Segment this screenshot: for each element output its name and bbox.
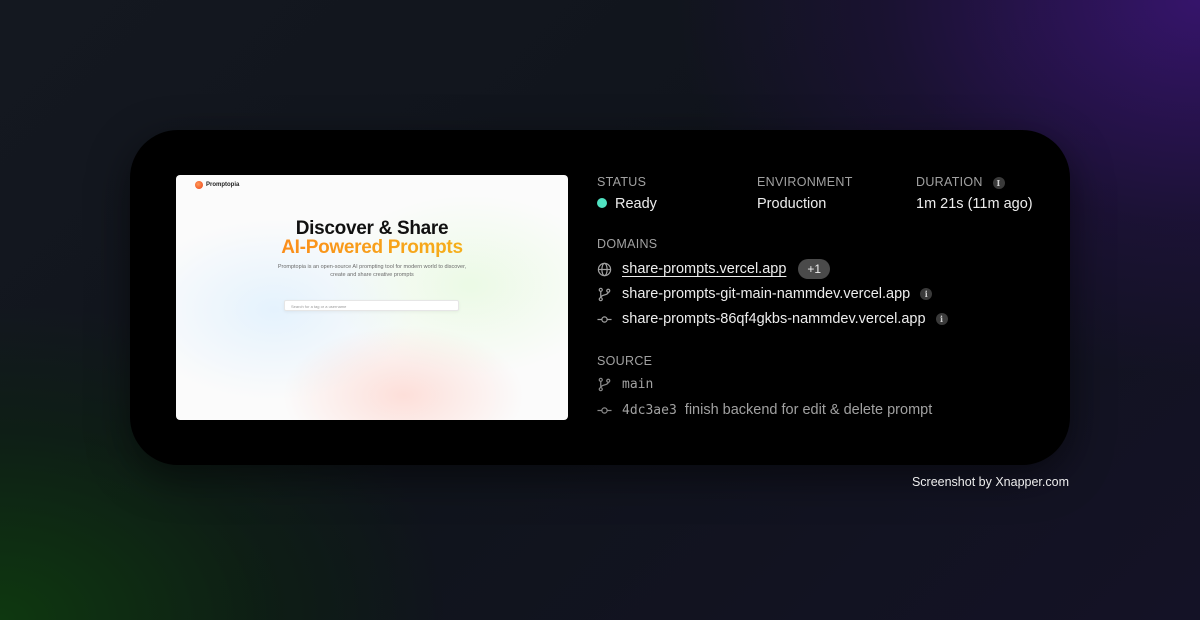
branch-domain-info-icon[interactable]: i — [920, 288, 933, 300]
domain-link-production[interactable]: share-prompts.vercel.app — [622, 261, 786, 277]
source-commit-message: finish backend for edit & delete prompt — [684, 402, 933, 418]
source-branch-name[interactable]: main — [622, 377, 653, 392]
preview-description: Promptopia is an open-source AI promptin… — [277, 264, 467, 278]
domain-link-commit[interactable]: share-prompts-86qf4gkbs-nammdev.vercel.a… — [622, 311, 926, 327]
duration-label: DURATION i — [916, 175, 1005, 189]
globe-icon — [597, 262, 612, 277]
commit-icon — [597, 403, 612, 418]
commit-domain-info-icon[interactable]: i — [935, 313, 948, 325]
preview-search-input: Search for a tag or a username — [284, 300, 459, 311]
status-value: Ready — [597, 196, 657, 212]
preview-navbar: Promptopia — [195, 181, 239, 189]
deployment-preview-screenshot[interactable]: Promptopia Discover & Share AI-Powered P… — [176, 175, 568, 420]
deployment-card: Promptopia Discover & Share AI-Powered P… — [130, 130, 1070, 465]
domain-row-commit: share-prompts-86qf4gkbs-nammdev.vercel.a… — [597, 311, 948, 327]
duration-info-icon[interactable]: i — [992, 176, 1005, 189]
domain-row-branch: share-prompts-git-main-nammdev.vercel.ap… — [597, 286, 933, 302]
source-branch-row: main — [597, 377, 653, 392]
preview-title-line2: AI-Powered Prompts — [176, 238, 568, 257]
preview-title-line1: Discover & Share — [295, 218, 449, 239]
screenshot-credit: Screenshot by Xnapper.com — [911, 475, 1069, 489]
commit-icon — [597, 312, 612, 327]
environment-label: ENVIRONMENT — [757, 175, 853, 189]
source-commit-hash[interactable]: 4dc3ae3 — [622, 403, 677, 418]
status-label: STATUS — [597, 175, 647, 189]
branch-icon — [597, 287, 612, 302]
status-text: Ready — [615, 196, 657, 212]
status-dot-icon — [597, 198, 607, 208]
source-commit-row: 4dc3ae3 finish backend for edit & delete… — [597, 402, 932, 418]
promptopia-logo-icon — [195, 181, 203, 189]
branch-icon — [597, 377, 612, 392]
domain-row-production: share-prompts.vercel.app +1 — [597, 259, 831, 279]
duration-value: 1m 21s (11m ago) — [916, 196, 1033, 212]
duration-label-text: DURATION — [916, 175, 983, 189]
domains-label: DOMAINS — [597, 237, 658, 251]
preview-brand: Promptopia — [206, 182, 240, 188]
preview-hero-title: Discover & Share AI-Powered Prompts — [176, 219, 568, 257]
source-label: SOURCE — [597, 354, 653, 368]
domain-link-branch[interactable]: share-prompts-git-main-nammdev.vercel.ap… — [622, 286, 910, 302]
more-domains-badge[interactable]: +1 — [798, 259, 831, 279]
environment-value: Production — [757, 196, 827, 212]
